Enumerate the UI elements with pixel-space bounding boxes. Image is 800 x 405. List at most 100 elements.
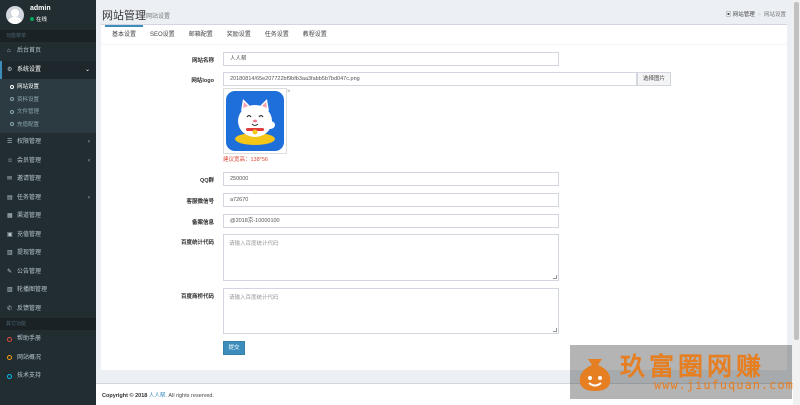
sidebar-item-label: 渠道管理 bbox=[17, 213, 42, 219]
icp-input[interactable]: @2018京-10000100 bbox=[223, 214, 559, 228]
sidebar-item-label: 邀请管理 bbox=[17, 176, 42, 182]
cash-icon: ▥ bbox=[7, 250, 13, 256]
baidu-stat-textarea[interactable]: 请输入百度统计代码 bbox=[223, 234, 559, 281]
sidebar-item-tasks[interactable]: ▤ 任务管理 ‹ bbox=[0, 189, 96, 208]
site-name-label: 网站名称 bbox=[191, 58, 214, 64]
sidebar-subitem-label: 网站设置 bbox=[17, 84, 40, 90]
sidebar-item-label: 任务管理 bbox=[17, 194, 42, 201]
qq-group-input[interactable]: 250000 bbox=[223, 172, 559, 186]
resize-grip-icon[interactable] bbox=[553, 328, 557, 332]
resize-grip-icon[interactable] bbox=[553, 275, 557, 279]
sidebar-item-tech-support[interactable]: 技术支持 bbox=[0, 367, 96, 386]
tab-tasks[interactable]: 任务设置 bbox=[258, 25, 296, 45]
tab-seo[interactable]: SEO设置 bbox=[143, 25, 182, 45]
sidebar-item-announcements[interactable]: ✎ 公告管理 bbox=[0, 263, 96, 282]
home-icon: ⌂ bbox=[7, 48, 11, 54]
sidebar-item-carousel[interactable]: ▧ 轮播图管理 bbox=[0, 281, 96, 300]
logo-label: 网站logo bbox=[191, 78, 214, 84]
breadcrumb-separator: > bbox=[757, 12, 761, 18]
page-subtitle: 网站设置 bbox=[146, 14, 171, 20]
settings-box: 基本设置 SEO设置 邮箱配置 奖励设置 任务设置 教程设置 网站名称 人人帮 … bbox=[101, 24, 787, 370]
chevron-down-icon: ⌄ bbox=[84, 66, 90, 73]
breadcrumb-home[interactable]: 网站管理 bbox=[733, 12, 755, 18]
tab-email[interactable]: 邮箱配置 bbox=[182, 25, 220, 45]
lucky-cat-logo-image bbox=[226, 91, 284, 151]
copyright-text: Copyright © 2018 人人帮. All rights reserve… bbox=[102, 391, 214, 399]
sidebar-item-label: 权限管理 bbox=[17, 139, 42, 145]
page-title: 网站管理 bbox=[102, 10, 146, 22]
pencil-icon: ✎ bbox=[7, 268, 13, 275]
sidebar-item-home[interactable]: ⌂ 后台首页 bbox=[0, 42, 96, 61]
sidebar-item-label: 技术支持 bbox=[17, 373, 42, 379]
user-status-label: 在线 bbox=[36, 17, 48, 23]
sidebar-subitem-label: 文件管理 bbox=[17, 109, 40, 115]
sidebar-item-label: 系统设置 bbox=[17, 66, 42, 73]
sidebar-item-feedback[interactable]: ✆ 反馈管理 bbox=[0, 300, 96, 319]
circle-icon bbox=[10, 97, 14, 102]
sidebar-item-site-overview[interactable]: 网站概况 bbox=[0, 349, 96, 368]
copyright-suffix: . All rights reserved. bbox=[165, 393, 214, 399]
user-panel: admin 在线 bbox=[0, 0, 96, 30]
sidebar-item-withdraw[interactable]: ▥ 提现管理 bbox=[0, 244, 96, 263]
site-name-input[interactable]: 人人帮 bbox=[223, 52, 559, 66]
sidebar-section-main: 功能菜单 bbox=[0, 30, 96, 42]
tab-tutorial[interactable]: 教程设置 bbox=[296, 25, 334, 45]
sidebar: admin 在线 功能菜单 ⌂ 后台首页 ⚙ 系统设置 ⌄ 网站设置 资料设置 … bbox=[0, 0, 96, 405]
tab-basic[interactable]: 基本设置 bbox=[105, 25, 144, 45]
tasks-icon: ▤ bbox=[7, 194, 13, 201]
wallet-icon: ▣ bbox=[7, 231, 13, 238]
page-scrollbar[interactable] bbox=[793, 0, 800, 405]
sidebar-subitem-site-settings[interactable]: 网站设置 bbox=[0, 81, 96, 94]
user-name: admin bbox=[30, 5, 51, 12]
sidebar-item-label: 帮助手册 bbox=[17, 336, 42, 342]
sidebar-subitem-recharge-config[interactable]: 充值配置 bbox=[0, 119, 96, 132]
circle-icon bbox=[10, 84, 14, 89]
sidebar-item-label: 反馈管理 bbox=[17, 305, 42, 312]
sidebar-section-help: 其它功能 bbox=[0, 318, 96, 330]
scrollbar-thumb[interactable] bbox=[794, 2, 799, 340]
sidebar-item-permissions[interactable]: ☰ 权限管理 ‹ bbox=[0, 133, 96, 152]
logo-path-input[interactable]: 20180814/65e207722bf9bfb3aa3fabb5b7bd047… bbox=[223, 72, 637, 86]
baidu-bridge-placeholder: 请输入百度统计代码 bbox=[229, 295, 279, 301]
sidebar-subitem-label: 充值配置 bbox=[17, 121, 40, 128]
baidu-bridge-label: 百度商桥代码 bbox=[180, 294, 214, 300]
circle-red-icon bbox=[7, 336, 12, 342]
watermark: 玖富圈网赚 www.jiufuquan.com bbox=[570, 345, 793, 399]
wechat-input[interactable]: a72670 bbox=[223, 193, 559, 207]
sidebar-item-channels[interactable]: ▦ 渠道管理 bbox=[0, 207, 96, 226]
system-submenu: 网站设置 资料设置 文件管理 充值配置 bbox=[0, 79, 96, 133]
sidebar-item-label: 网站概况 bbox=[17, 354, 42, 361]
sidebar-item-system[interactable]: ⚙ 系统设置 ⌄ bbox=[0, 60, 96, 79]
chevron-left-icon: ‹ bbox=[88, 157, 90, 164]
submit-button[interactable]: 提交 bbox=[223, 341, 245, 355]
remove-image-icon[interactable]: × bbox=[287, 89, 291, 95]
circle-icon bbox=[10, 122, 14, 127]
baidu-stat-label: 百度统计代码 bbox=[180, 240, 214, 246]
dashboard-icon: ▣ bbox=[725, 12, 732, 18]
tab-rewards[interactable]: 奖励设置 bbox=[220, 25, 258, 45]
user-icon: ☺ bbox=[7, 157, 14, 164]
avatar bbox=[6, 6, 24, 24]
sidebar-subitem-file-manager[interactable]: 文件管理 bbox=[0, 106, 96, 119]
chevron-left-icon: ‹ bbox=[88, 194, 90, 201]
sidebar-item-help-manual[interactable]: 帮助手册 bbox=[0, 330, 96, 349]
baidu-stat-placeholder: 请输入百度统计代码 bbox=[229, 241, 279, 247]
copyright-brand-link[interactable]: 人人帮 bbox=[149, 393, 166, 399]
logo-thumbnail[interactable] bbox=[223, 88, 287, 154]
sidebar-item-members[interactable]: ☺ 会员管理 ‹ bbox=[0, 152, 96, 171]
sidebar-item-recharge[interactable]: ▣ 充值管理 bbox=[0, 226, 96, 245]
logo-size-hint: 建议宽高：138*56 bbox=[223, 157, 268, 163]
baidu-bridge-textarea[interactable]: 请输入百度统计代码 bbox=[223, 288, 559, 334]
comment-icon: ✆ bbox=[7, 305, 13, 312]
circle-blue-icon bbox=[7, 373, 12, 379]
sidebar-subitem-label: 资料设置 bbox=[17, 96, 40, 103]
envelope-icon: ✉ bbox=[7, 176, 13, 182]
sidebar-subitem-profile-settings[interactable]: 资料设置 bbox=[0, 94, 96, 107]
choose-image-button[interactable]: 选择图片 bbox=[637, 72, 671, 86]
online-dot-icon bbox=[30, 17, 34, 21]
sidebar-item-label: 公告管理 bbox=[17, 268, 42, 275]
icp-label: 备案信息 bbox=[191, 220, 214, 226]
sidebar-item-invites[interactable]: ✉ 邀请管理 bbox=[0, 170, 96, 189]
tab-bar: 基本设置 SEO设置 邮箱配置 奖励设置 任务设置 教程设置 bbox=[101, 25, 787, 45]
money-bag-icon bbox=[579, 359, 611, 391]
